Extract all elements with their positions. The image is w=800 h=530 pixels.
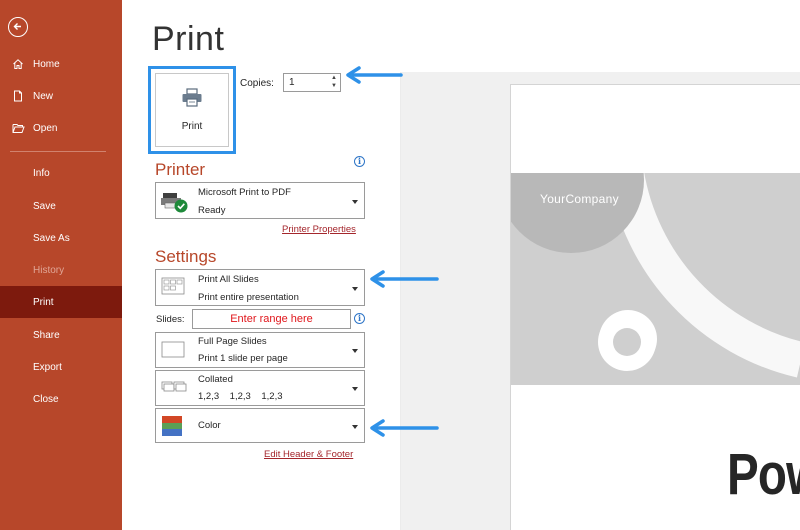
nav-print-label: Print	[33, 296, 54, 308]
copies-label: Copies:	[240, 78, 274, 89]
color-line1: Color	[198, 420, 221, 431]
printer-properties-link[interactable]: Printer Properties	[282, 224, 356, 235]
print-button[interactable]: Print	[155, 73, 229, 147]
layout-line2: Print 1 slide per page	[198, 353, 288, 364]
printer-dropdown[interactable]: Microsoft Print to PDF Ready	[155, 182, 365, 219]
all-slides-icon	[161, 277, 187, 302]
nav-share-label: Share	[33, 329, 60, 341]
nav-save-as-label: Save As	[33, 232, 70, 244]
nav-close[interactable]: Close	[0, 383, 122, 415]
chevron-down-icon	[352, 287, 358, 291]
layout-dropdown[interactable]: Full Page Slides Print 1 slide per page	[155, 332, 365, 368]
color-swatch-icon	[161, 415, 183, 442]
printer-name: Microsoft Print to PDF	[198, 187, 291, 198]
preview-divider	[400, 72, 401, 530]
print-range-line1: Print All Slides	[198, 274, 259, 285]
nav-new-label: New	[33, 90, 54, 102]
print-button-label: Print	[181, 121, 203, 132]
collation-dropdown[interactable]: Collated 1,2,3 1,2,3 1,2,3	[155, 370, 365, 406]
full-page-slide-icon	[161, 341, 187, 364]
copies-value: 1	[289, 77, 295, 88]
layout-line1: Full Page Slides	[198, 336, 267, 347]
chevron-down-icon	[352, 387, 358, 391]
nav-share[interactable]: Share	[0, 319, 122, 351]
color-dropdown[interactable]: Color	[155, 408, 365, 443]
nav-home[interactable]: Home	[0, 48, 122, 80]
nav-export-label: Export	[33, 361, 62, 373]
printer-status: Ready	[198, 205, 226, 216]
chevron-down-icon	[352, 349, 358, 353]
backstage-sidebar: Home New Open Info Save Save As History …	[0, 0, 122, 530]
back-arrow-icon[interactable]	[8, 17, 28, 37]
nav-new[interactable]: New	[0, 80, 122, 112]
annotation-arrow-copies	[346, 66, 403, 84]
spin-down-icon[interactable]: ▼	[330, 82, 338, 90]
nav-save[interactable]: Save	[0, 190, 122, 222]
nav-open-label: Open	[33, 122, 58, 134]
print-range-dropdown[interactable]: Print All Slides Print entire presentati…	[155, 269, 365, 306]
nav-close-label: Close	[33, 393, 59, 405]
chevron-down-icon	[352, 425, 358, 429]
annotation-arrow-color	[370, 419, 439, 437]
info-icon[interactable]: i	[354, 156, 365, 167]
nav-export[interactable]: Export	[0, 351, 122, 383]
slides-range-input[interactable]: Enter range here	[192, 309, 351, 329]
edit-header-footer-link[interactable]: Edit Header & Footer	[264, 449, 353, 460]
spin-up-icon[interactable]: ▲	[330, 74, 338, 82]
nav-save-as[interactable]: Save As	[0, 222, 122, 254]
print-range-line2: Print entire presentation	[198, 292, 299, 303]
nav-history-label: History	[33, 264, 65, 276]
copies-spin-buttons[interactable]: ▲ ▼	[330, 74, 338, 91]
open-folder-icon	[11, 121, 25, 135]
home-icon	[11, 57, 25, 71]
company-name-text: YourCompany	[540, 192, 619, 206]
nav-info-label: Info	[33, 167, 50, 179]
pdf-printer-ready-icon	[161, 190, 189, 219]
nav-info[interactable]: Info	[0, 157, 122, 189]
collation-line1: Collated	[198, 374, 233, 385]
annotation-arrow-print-range	[370, 270, 439, 288]
nav-divider	[10, 151, 106, 152]
new-document-icon	[11, 89, 25, 103]
nav-print[interactable]: Print	[0, 286, 122, 318]
nav-history: History	[0, 254, 122, 286]
slide-preview: YourCompany Pow	[510, 84, 800, 530]
slide-ring-shape	[598, 313, 656, 371]
settings-heading: Settings	[155, 247, 217, 266]
page-title: Print	[152, 20, 225, 58]
collated-icon	[161, 379, 187, 402]
slides-label: Slides:	[156, 314, 185, 325]
chevron-down-icon	[352, 200, 358, 204]
slide-title-text: Pow	[727, 442, 800, 507]
info-icon[interactable]: i	[354, 313, 365, 324]
copies-stepper[interactable]: 1 ▲ ▼	[283, 73, 341, 92]
nav-home-label: Home	[33, 58, 60, 70]
printer-heading: Printer	[155, 160, 206, 179]
printer-icon	[181, 88, 203, 111]
collation-line2: 1,2,3 1,2,3 1,2,3	[198, 391, 283, 402]
nav-open[interactable]: Open	[0, 112, 122, 144]
nav-save-label: Save	[33, 200, 56, 212]
